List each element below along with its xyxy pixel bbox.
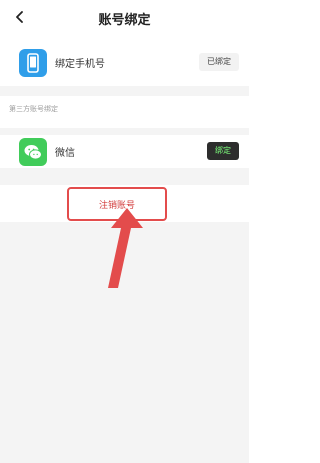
wechat-bind-button[interactable]: 绑定 [207,142,239,160]
third-party-section-title: 第三方账号绑定 [9,105,58,113]
page-title: 账号绑定 [98,13,151,28]
phone-binding-label: 绑定手机号 [55,59,105,70]
phone-bound-status[interactable]: 已绑定 [199,53,239,71]
wechat-binding-card: 微信 绑定 [9,135,249,168]
annotation-arrow [108,208,143,288]
phone-binding-row[interactable]: 绑定手机号 已绑定 [9,43,249,83]
phone-icon [19,49,47,77]
phone-binding-card: 绑定手机号 已绑定 [9,40,249,86]
app-header: 账号绑定 [0,0,249,36]
wechat-label: 微信 [55,148,75,159]
account-binding-page: 账号绑定 绑定手机号 已绑定 第三方账号绑定 微信 绑定 注销账号 [0,0,249,463]
wechat-binding-row[interactable]: 微信 绑定 [9,132,249,172]
section-divider [0,86,249,96]
wechat-icon [19,138,47,166]
